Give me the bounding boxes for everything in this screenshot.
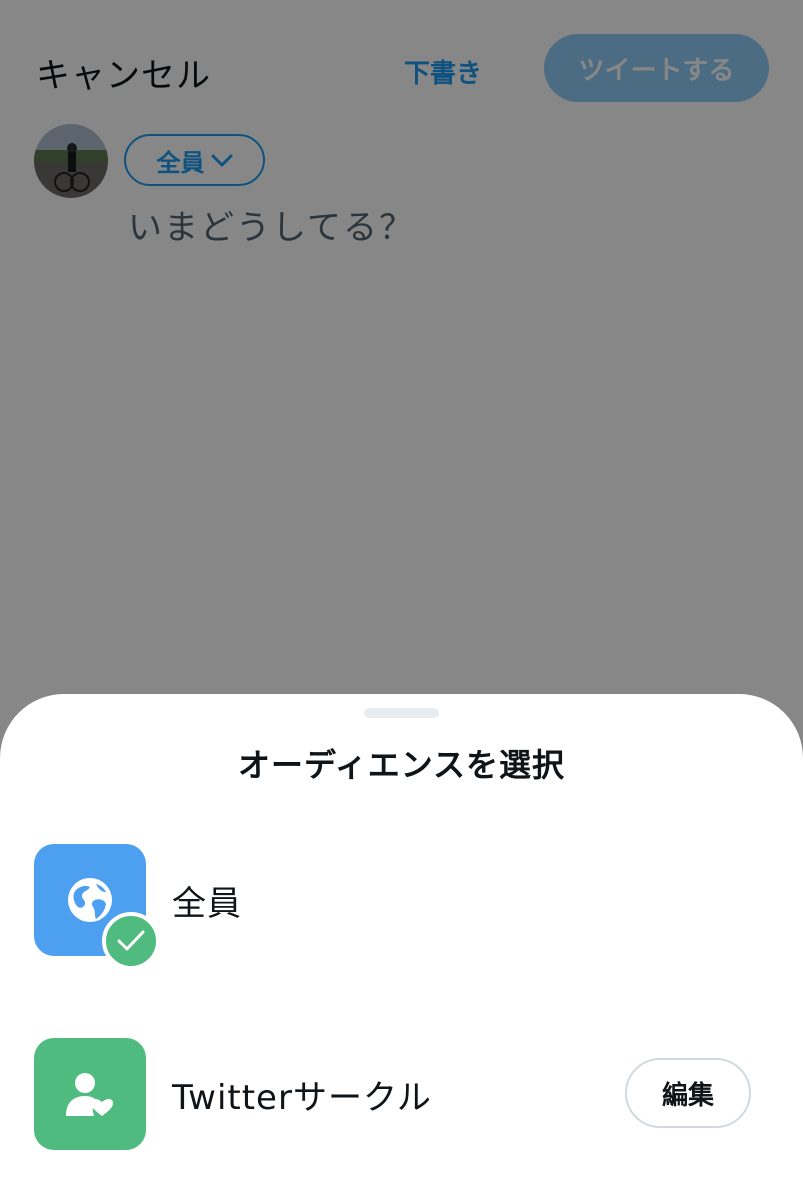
sheet-title: オーディエンスを選択 xyxy=(237,746,566,784)
sheet-grabber[interactable] xyxy=(364,708,439,718)
audience-option-everyone[interactable]: 全員 xyxy=(0,844,803,970)
audience-option-label: Twitterサークル xyxy=(172,1078,432,1118)
circle-people-icon xyxy=(34,1038,146,1150)
audience-option-label: 全員 xyxy=(172,884,242,924)
selected-check-icon xyxy=(102,912,160,970)
audience-option-twitter-circle[interactable]: Twitterサークル 編集 xyxy=(0,1038,803,1150)
audience-bottom-sheet: オーディエンスを選択 全員 Twitterサークル 編集 xyxy=(0,694,803,1200)
edit-circle-button[interactable]: 編集 xyxy=(625,1058,751,1128)
